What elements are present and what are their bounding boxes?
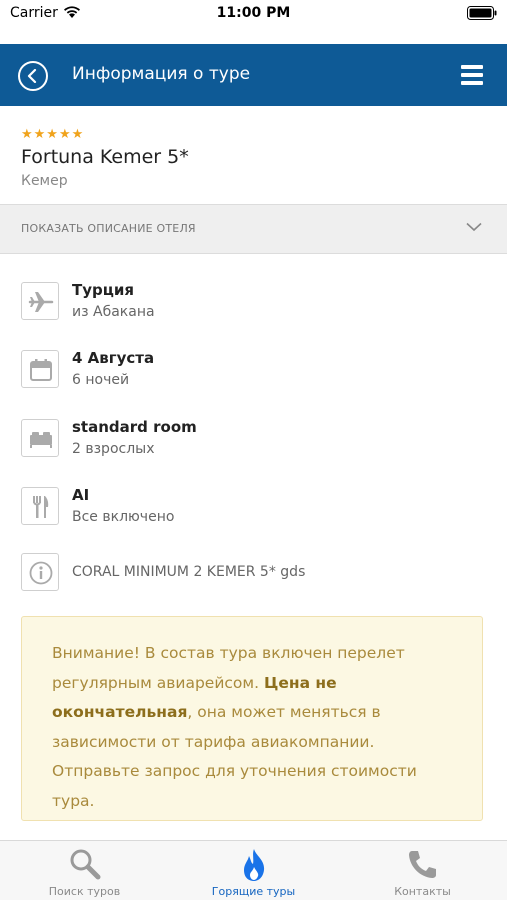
show-description-label: ПОКАЗАТЬ ОПИСАНИЕ ОТЕЛЯ (21, 222, 196, 235)
chevron-left-icon (27, 69, 37, 83)
page-title: Информация о туре (72, 64, 251, 84)
info-tariff-text: CORAL MINIMUM 2 KEMER 5* gds (72, 564, 306, 580)
info-country-sub: из Абакана (72, 304, 155, 320)
tab-hot-tours[interactable]: Горящие туры (169, 841, 338, 900)
show-description-toggle[interactable]: ПОКАЗАТЬ ОПИСАНИЕ ОТЕЛЯ (0, 204, 507, 254)
info-item-date: 4 Августа 6 ночей (0, 348, 507, 408)
star-rating: ★★★★★ (21, 127, 85, 142)
info-icon (21, 553, 59, 591)
status-bar: Carrier 11:00 PM (0, 0, 507, 44)
hotel-city: Кемер (21, 173, 68, 189)
tab-bar: Поиск туров Горящие туры Контакты (0, 840, 507, 900)
info-item-country: Турция из Абакана (0, 280, 507, 340)
nav-bar: Информация о туре (0, 44, 507, 106)
bed-icon (21, 419, 59, 457)
tab-contacts[interactable]: Контакты (338, 841, 507, 900)
hotel-header: ★★★★★ Fortuna Kemer 5* Кемер (0, 106, 507, 204)
tab-contacts-label: Контакты (394, 885, 451, 898)
battery-icon (467, 6, 497, 20)
price-notice: Внимание! В состав тура включен перелет … (21, 616, 483, 821)
tab-search-tours[interactable]: Поиск туров (0, 841, 169, 900)
airplane-icon (21, 282, 59, 320)
info-item-meal: AI Все включено (0, 485, 507, 545)
hamburger-menu-icon[interactable] (461, 65, 483, 85)
info-item-room: standard room 2 взрослых (0, 417, 507, 477)
info-meal-title: AI (72, 486, 90, 504)
tab-hot-tours-label: Горящие туры (211, 885, 296, 898)
info-item-tariff: CORAL MINIMUM 2 KEMER 5* gds (0, 553, 507, 613)
search-icon (70, 849, 101, 880)
status-time: 11:00 PM (216, 5, 291, 21)
tab-search-tours-label: Поиск туров (48, 885, 121, 898)
flame-icon (244, 849, 265, 881)
chevron-down-icon (466, 222, 482, 232)
info-country-title: Турция (72, 281, 135, 299)
notice-text-part1: Внимание! В состав тура включен перелет … (52, 644, 405, 692)
info-room-sub: 2 взрослых (72, 441, 155, 457)
fork-knife-icon (21, 487, 59, 525)
hotel-name: Fortuna Kemer 5* (21, 146, 189, 168)
info-date-sub: 6 ночей (72, 372, 130, 388)
info-date-title: 4 Августа (72, 349, 155, 367)
calendar-icon (21, 350, 59, 388)
info-meal-sub: Все включено (72, 509, 175, 525)
phone-icon (409, 851, 436, 878)
back-button[interactable] (18, 61, 48, 91)
info-room-title: standard room (72, 418, 197, 436)
